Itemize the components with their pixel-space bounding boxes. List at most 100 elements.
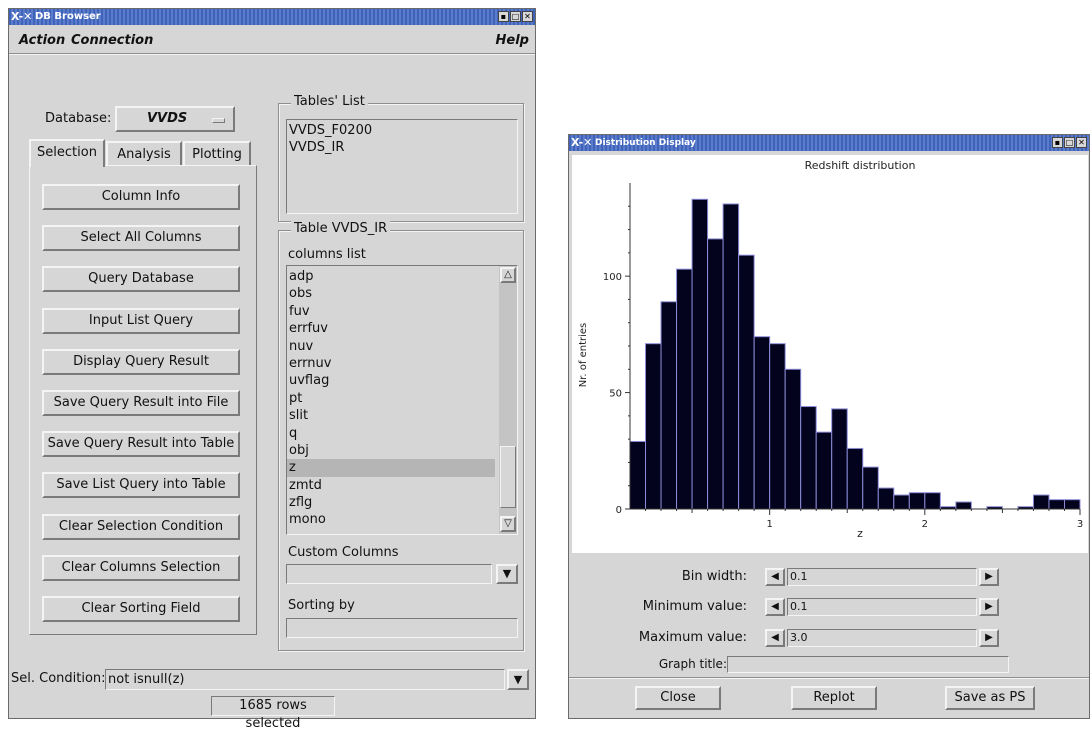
custom-columns-field[interactable] (286, 564, 492, 584)
column-item[interactable]: zmtd (287, 477, 495, 494)
custom-columns-dropdown-button[interactable]: ▼ (496, 564, 518, 584)
column-item[interactable]: adp (287, 268, 495, 285)
maximize-button[interactable]: □ (1064, 137, 1075, 148)
triangle-down-icon: ▼ (514, 673, 522, 686)
sorting-field[interactable] (286, 618, 518, 638)
save-query-result-into-table-button[interactable]: Save Query Result into Table (42, 431, 240, 457)
db-browser-window: X-✕ DB Browser ▪ □ ✕ Action Connection H… (8, 8, 536, 719)
histogram-bar (1049, 500, 1065, 509)
column-item[interactable]: q (287, 425, 495, 442)
tab-analysis[interactable]: Analysis (106, 141, 182, 167)
distribution-titlebar[interactable]: X-✕ Distribution Display ▪ □ ✕ (569, 135, 1089, 151)
window-title: Distribution Display (595, 135, 696, 151)
menu-connection[interactable]: Connection (71, 33, 153, 48)
save-as-ps-button[interactable]: Save as PS (945, 686, 1035, 710)
histogram-bar (661, 302, 677, 509)
min-value-decrement-button[interactable]: ◀ (765, 598, 785, 616)
max-value-decrement-button[interactable]: ◀ (765, 629, 785, 647)
bin-width-field[interactable]: 0.1 (787, 568, 977, 586)
histogram-bar (894, 495, 910, 509)
controls-area: Bin width: ◀ 0.1 ▶ Minimum value: ◀ 0.1 … (569, 553, 1089, 683)
column-item[interactable]: obj (287, 442, 495, 459)
x-axis-label: z (857, 527, 863, 540)
database-dropdown[interactable]: VVDS (115, 106, 235, 132)
y-tick-label: 50 (609, 389, 622, 400)
columns-scrollbar[interactable]: △ ▽ (499, 266, 517, 534)
select-all-columns-button[interactable]: Select All Columns (42, 225, 240, 251)
close-window-button[interactable]: ✕ (1076, 137, 1087, 148)
tab-plotting[interactable]: Plotting (183, 141, 251, 167)
bin-width-increment-button[interactable]: ▶ (979, 568, 999, 586)
histogram-bar (677, 269, 693, 509)
column-item[interactable]: errnuv (287, 355, 495, 372)
minimize-button[interactable]: ▪ (1052, 137, 1063, 148)
histogram-bar (692, 199, 708, 509)
selection-panel: Column Info Select All Columns Query Datab… (29, 165, 257, 635)
clear-selection-condition-button[interactable]: Clear Selection Condition (42, 514, 240, 540)
db-browser-titlebar[interactable]: X-✕ DB Browser ▪ □ ✕ (9, 9, 535, 25)
arrow-left-icon: ◀ (771, 601, 779, 612)
database-label: Database: (45, 111, 111, 126)
column-item[interactable]: nuv (287, 338, 495, 355)
clear-columns-selection-button[interactable]: Clear Columns Selection (42, 555, 240, 581)
menu-action[interactable]: Action (19, 33, 65, 48)
column-item[interactable]: errfuv (287, 320, 495, 337)
column-item[interactable]: obs (287, 285, 495, 302)
bin-width-label: Bin width: (682, 569, 747, 584)
database-value: VVDS (147, 111, 187, 126)
table-item-vvds-f0200[interactable]: VVDS_F0200 (289, 122, 517, 139)
maximize-button[interactable]: □ (510, 11, 521, 22)
clear-sorting-field-button[interactable]: Clear Sorting Field (42, 596, 240, 622)
save-list-query-into-table-button[interactable]: Save List Query into Table (42, 472, 240, 498)
display-query-result-button[interactable]: Display Query Result (42, 349, 240, 375)
column-item[interactable]: pt (287, 390, 495, 407)
tab-selection[interactable]: Selection (29, 139, 105, 167)
table-item-vvds-ir[interactable]: VVDS_IR (289, 139, 517, 156)
column-item[interactable]: uvflag (287, 372, 495, 389)
input-list-query-button[interactable]: Input List Query (42, 308, 240, 334)
query-database-button[interactable]: Query Database (42, 266, 240, 292)
histogram-bar (1033, 495, 1049, 509)
replot-button[interactable]: Replot (791, 686, 877, 710)
sorting-label: Sorting by (288, 598, 355, 613)
column-item[interactable]: zflg (287, 494, 495, 511)
max-value-increment-button[interactable]: ▶ (979, 629, 999, 647)
menu-help[interactable]: Help (496, 33, 529, 48)
x-tick-label: 3 (1077, 519, 1083, 530)
scroll-up-arrow-icon[interactable]: △ (500, 267, 516, 283)
table-group-label: Table VVDS_IR (291, 221, 390, 236)
histogram-bar (646, 344, 662, 509)
column-item[interactable]: slit (287, 407, 495, 424)
scroll-down-arrow-icon[interactable]: ▽ (500, 516, 516, 532)
tables-listbox[interactable]: VVDS_F0200 VVDS_IR (286, 119, 518, 214)
histogram-bar (956, 502, 972, 509)
column-info-button[interactable]: Column Info (42, 184, 240, 210)
histogram-bar (801, 407, 817, 509)
columns-list-label: columns list (288, 247, 366, 262)
chart-title: Redshift distribution (805, 159, 916, 172)
x-tick-label: 1 (766, 519, 772, 530)
max-value-field[interactable]: 3.0 (787, 629, 977, 647)
triangle-down-icon: ▼ (503, 567, 511, 580)
scrollbar-thumb[interactable] (500, 446, 516, 508)
column-item[interactable]: z (287, 459, 495, 476)
y-axis-label: Nr. of entries (578, 323, 589, 388)
columns-listbox[interactable]: adpobsfuverrfuvnuverrnuvuvflagptslitqobj… (286, 265, 518, 535)
bin-width-decrement-button[interactable]: ◀ (765, 568, 785, 586)
column-item[interactable]: mono (287, 511, 495, 528)
redshift-histogram: Redshift distribution z Nr. of entries 0… (572, 155, 1088, 553)
column-item[interactable]: fuv (287, 303, 495, 320)
min-value-field[interactable]: 0.1 (787, 598, 977, 616)
close-window-button[interactable]: ✕ (522, 11, 533, 22)
sel-condition-dropdown-button[interactable]: ▼ (507, 669, 529, 690)
close-button[interactable]: Close (635, 686, 721, 710)
x-window-icon: X-✕ (571, 135, 593, 151)
custom-columns-label: Custom Columns (288, 545, 399, 560)
sel-condition-field[interactable]: not isnull(z) (105, 669, 505, 690)
histogram-bar (708, 239, 724, 509)
save-query-result-into-file-button[interactable]: Save Query Result into File (42, 390, 240, 416)
status-bar: 1685 rows selected (211, 696, 335, 716)
graph-title-field[interactable] (727, 656, 1009, 673)
minimize-button[interactable]: ▪ (498, 11, 509, 22)
min-value-increment-button[interactable]: ▶ (979, 598, 999, 616)
